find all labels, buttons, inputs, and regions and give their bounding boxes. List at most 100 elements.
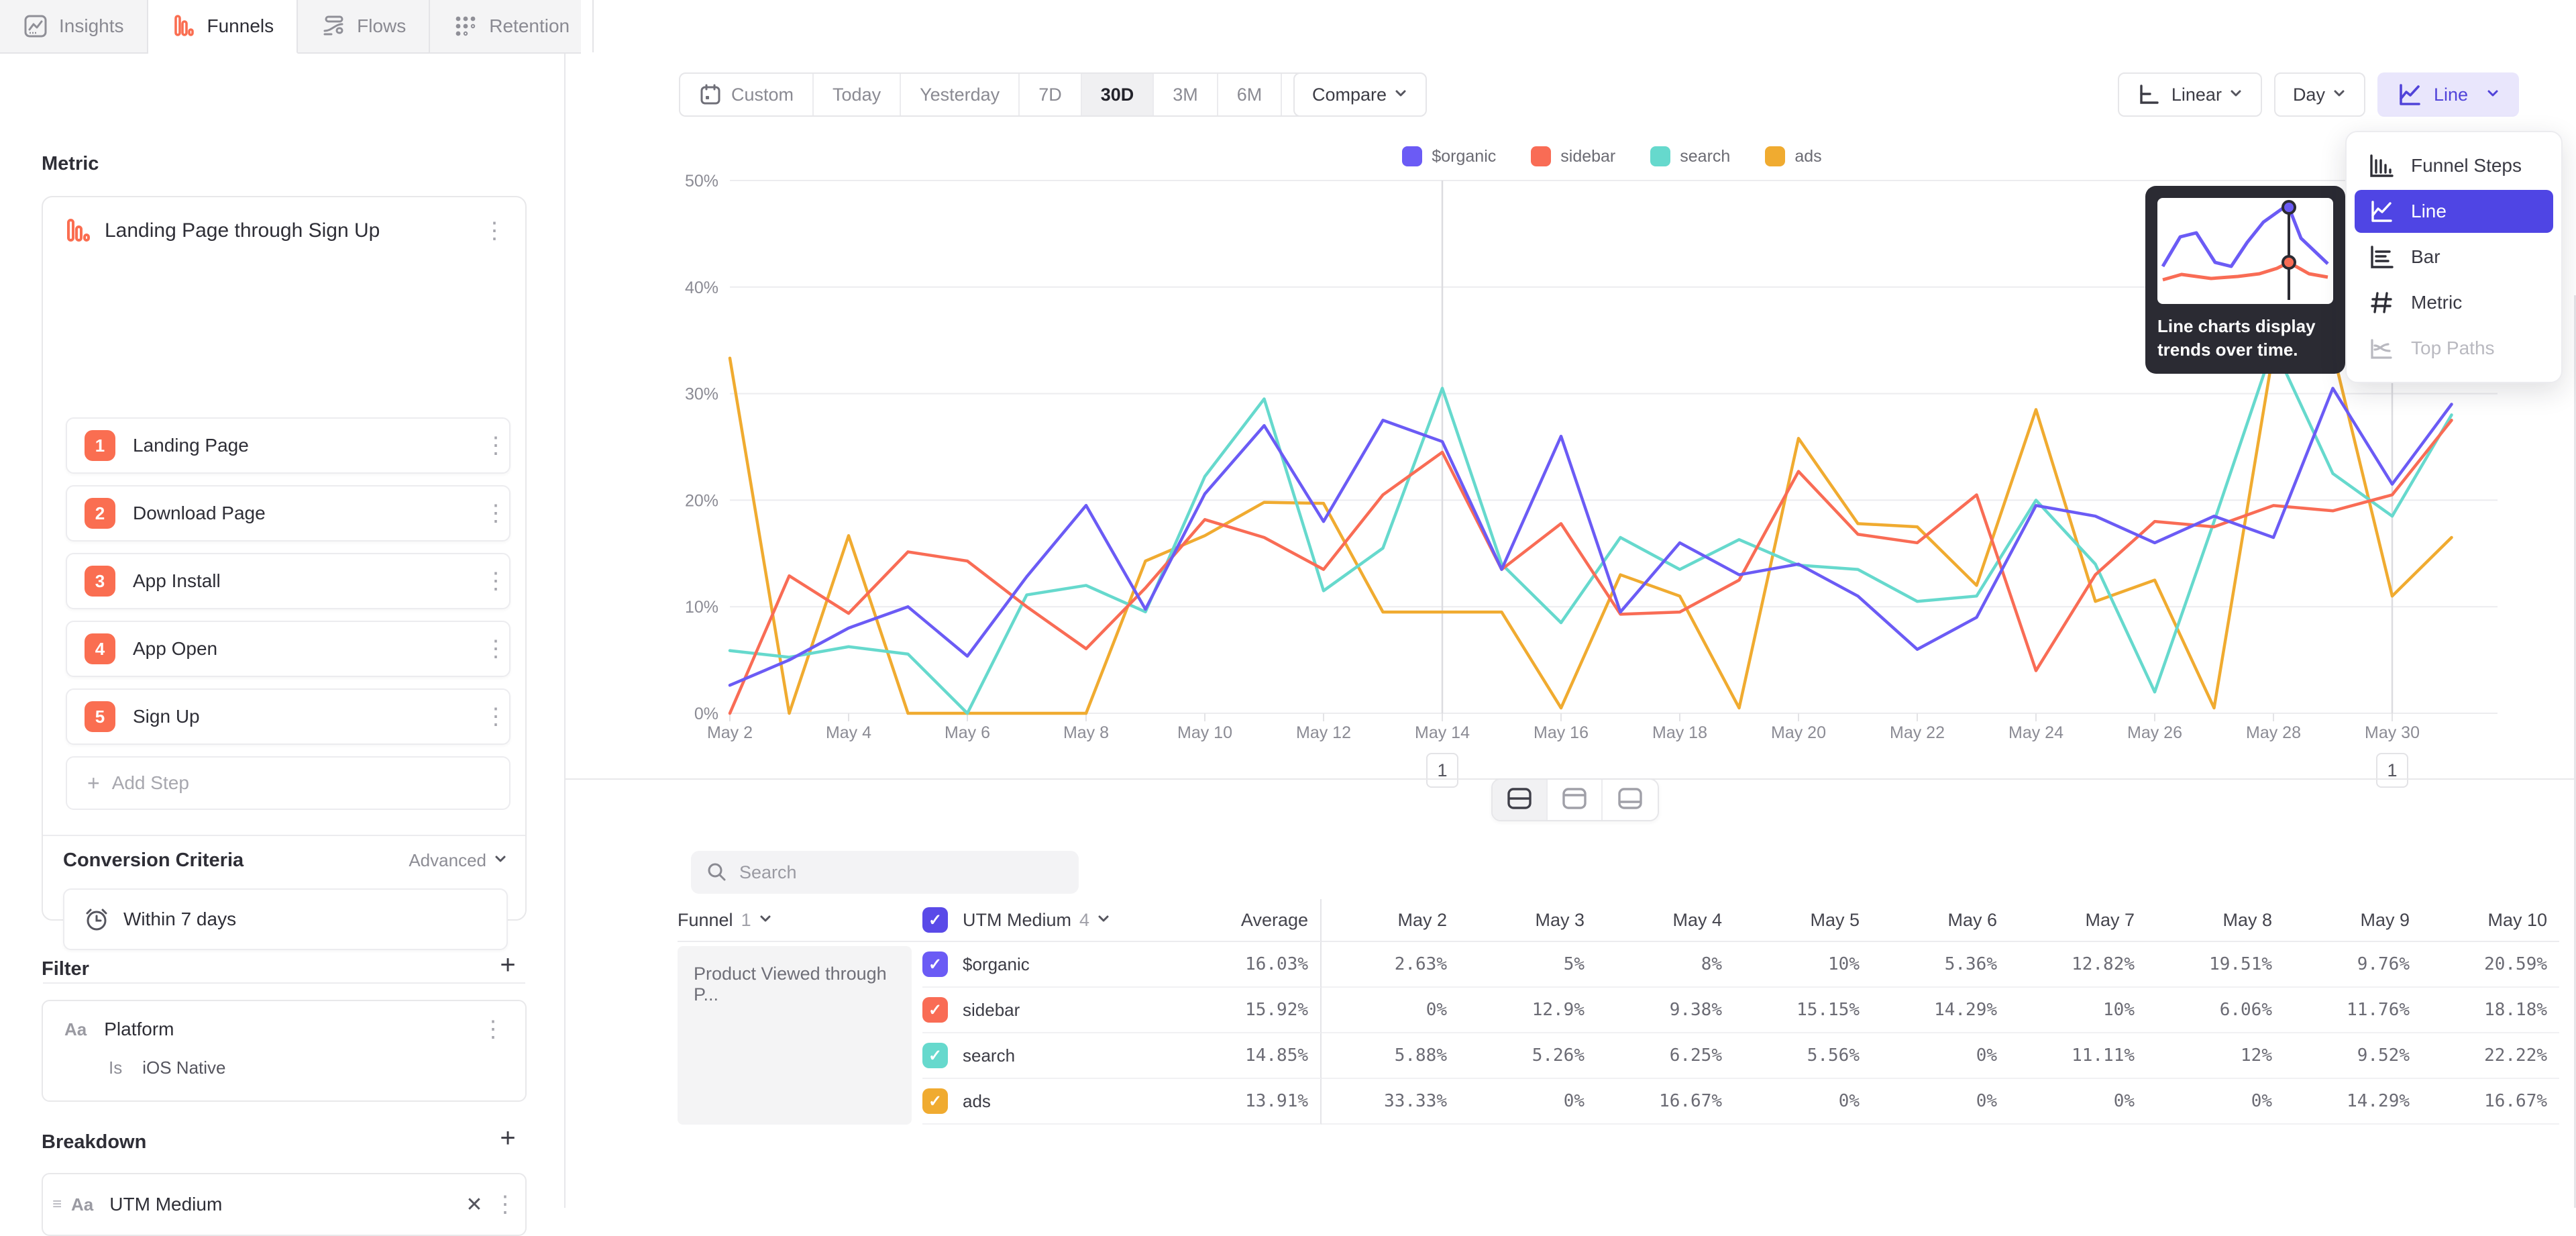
- funnel-step-row[interactable]: 1Landing Page⋮: [66, 417, 511, 474]
- annotation-badge[interactable]: 1: [1426, 753, 1458, 788]
- add-breakdown-button[interactable]: +: [493, 1123, 523, 1153]
- step-number-badge: 3: [85, 566, 115, 597]
- funnel-step-row[interactable]: 2Download Page⋮: [66, 485, 511, 542]
- table-row-series[interactable]: ✓$organic: [922, 942, 1204, 988]
- funnel-column-header[interactable]: Funnel1: [678, 899, 922, 942]
- chart-panel-view-icon: [1561, 786, 1588, 814]
- chart-panel-view-toggle[interactable]: [1548, 780, 1603, 820]
- x-axis-tick-label: May 26: [2127, 723, 2182, 742]
- cell-value: 16.67%: [2422, 1079, 2559, 1125]
- linear-scale-icon: [2137, 83, 2161, 107]
- filter-operator[interactable]: Is: [109, 1058, 122, 1078]
- tab-flows[interactable]: Flows: [298, 0, 430, 52]
- step-label: App Open: [133, 638, 482, 660]
- table-row-series[interactable]: ✓search: [922, 1033, 1204, 1079]
- breakdown-kebab-menu[interactable]: ⋮: [492, 1191, 519, 1218]
- select-all-checkbox[interactable]: ✓: [922, 907, 948, 933]
- tab-label: Retention: [489, 15, 570, 37]
- step-kebab-menu[interactable]: ⋮: [482, 635, 509, 662]
- table-row-series[interactable]: ✓ads: [922, 1079, 1204, 1125]
- cell-value: 10%: [2009, 988, 2147, 1033]
- step-kebab-menu[interactable]: ⋮: [482, 432, 509, 459]
- range-today[interactable]: Today: [814, 74, 901, 115]
- average-column-header[interactable]: Average: [1204, 899, 1322, 942]
- funnel-cell[interactable]: Product Viewed through P...: [678, 946, 912, 1125]
- date-column-header[interactable]: May 8: [2147, 899, 2284, 942]
- tab-insights[interactable]: Insights: [0, 0, 148, 52]
- step-kebab-menu[interactable]: ⋮: [482, 568, 509, 595]
- range-label: 3M: [1173, 85, 1198, 105]
- conversion-window-label: Within 7 days: [123, 909, 236, 930]
- step-kebab-menu[interactable]: ⋮: [482, 500, 509, 527]
- series-checkbox[interactable]: ✓: [922, 951, 948, 977]
- series-checkbox[interactable]: ✓: [922, 1043, 948, 1068]
- average-value: 13.91%: [1204, 1079, 1322, 1125]
- series-line-search[interactable]: [730, 346, 2452, 713]
- filter-section-label: Filter: [42, 958, 89, 980]
- metric-kebab-menu[interactable]: ⋮: [481, 217, 508, 244]
- filter-value[interactable]: iOS Native: [142, 1058, 225, 1078]
- menu-item-funnel-steps[interactable]: Funnel Steps: [2355, 144, 2553, 187]
- table-search-input[interactable]: Search: [691, 851, 1079, 894]
- filter-kebab-menu[interactable]: ⋮: [480, 1016, 506, 1043]
- x-axis-tick-label: May 16: [1534, 723, 1589, 742]
- date-column-header[interactable]: May 7: [2009, 899, 2147, 942]
- compare-button[interactable]: Compare: [1293, 72, 1427, 117]
- step-number-badge: 4: [85, 633, 115, 664]
- annotation-badge[interactable]: 1: [2376, 753, 2408, 788]
- remove-breakdown-icon[interactable]: ✕: [457, 1193, 492, 1217]
- table-row-series[interactable]: ✓sidebar: [922, 988, 1204, 1033]
- add-step-button[interactable]: + Add Step: [66, 756, 511, 810]
- x-axis-tick-label: May 12: [1296, 723, 1351, 742]
- chart-type-dropdown[interactable]: Line: [2377, 72, 2519, 117]
- range-custom[interactable]: Custom: [680, 74, 814, 115]
- date-column-header[interactable]: May 4: [1597, 899, 1734, 942]
- range-6m[interactable]: 6M: [1218, 74, 1283, 115]
- funnel-step-row[interactable]: 3App Install⋮: [66, 553, 511, 609]
- scale-dropdown[interactable]: Linear: [2118, 72, 2262, 117]
- series-checkbox[interactable]: ✓: [922, 997, 948, 1023]
- range-label: 7D: [1038, 85, 1062, 105]
- step-kebab-menu[interactable]: ⋮: [482, 703, 509, 730]
- cell-value: 6.25%: [1597, 1033, 1734, 1079]
- property-type-badge: Aa: [64, 1019, 87, 1040]
- funnel-step-row[interactable]: 5Sign Up⋮: [66, 688, 511, 745]
- date-column-header[interactable]: May 5: [1734, 899, 1872, 942]
- range-7d[interactable]: 7D: [1020, 74, 1082, 115]
- date-column-header[interactable]: May 6: [1872, 899, 2009, 942]
- drag-handle-icon[interactable]: ≡: [52, 1195, 62, 1214]
- y-axis-tick-label: 30%: [685, 385, 718, 404]
- series-line-ads[interactable]: [730, 351, 2452, 713]
- metric-card-title: Landing Page through Sign Up: [105, 219, 481, 242]
- cell-value: 0%: [1322, 988, 1459, 1033]
- tab-funnels[interactable]: Funnels: [148, 0, 299, 54]
- card-divider: [43, 982, 525, 984]
- menu-item-metric[interactable]: Metric: [2355, 281, 2553, 324]
- date-column-header[interactable]: May 10: [2422, 899, 2559, 942]
- range-3m[interactable]: 3M: [1154, 74, 1218, 115]
- chart-type-tooltip: Line charts display trends over time.: [2145, 186, 2345, 374]
- menu-item-line[interactable]: Line: [2355, 190, 2553, 233]
- series-checkbox[interactable]: ✓: [922, 1088, 948, 1114]
- conversion-window-button[interactable]: Within 7 days: [63, 888, 508, 950]
- range-yesterday[interactable]: Yesterday: [901, 74, 1020, 115]
- line-chart-icon: [2368, 198, 2395, 225]
- menu-item-label: Metric: [2411, 292, 2462, 313]
- split-view-toggle[interactable]: [1493, 780, 1548, 820]
- top-paths-icon: [2368, 335, 2395, 362]
- date-column-header[interactable]: May 3: [1459, 899, 1597, 942]
- menu-item-bar[interactable]: Bar: [2355, 236, 2553, 278]
- funnel-step-row[interactable]: 4 App Open⋮: [66, 621, 511, 677]
- breakdown-column-header[interactable]: ✓UTM Medium4: [922, 899, 1204, 942]
- advanced-dropdown[interactable]: Advanced: [409, 850, 508, 871]
- interval-dropdown[interactable]: Day: [2274, 72, 2365, 117]
- add-filter-button[interactable]: +: [493, 950, 523, 980]
- cell-value: 9.38%: [1597, 988, 1734, 1033]
- date-column-header[interactable]: May 9: [2284, 899, 2422, 942]
- layout-view-toggles: [1491, 778, 1659, 821]
- date-column-header[interactable]: May 2: [1322, 899, 1459, 942]
- chevron-down-icon: [2485, 85, 2500, 105]
- range-30d[interactable]: 30D: [1082, 74, 1155, 115]
- table-panel-view-toggle[interactable]: [1603, 780, 1658, 820]
- cell-value: 2.63%: [1322, 942, 1459, 988]
